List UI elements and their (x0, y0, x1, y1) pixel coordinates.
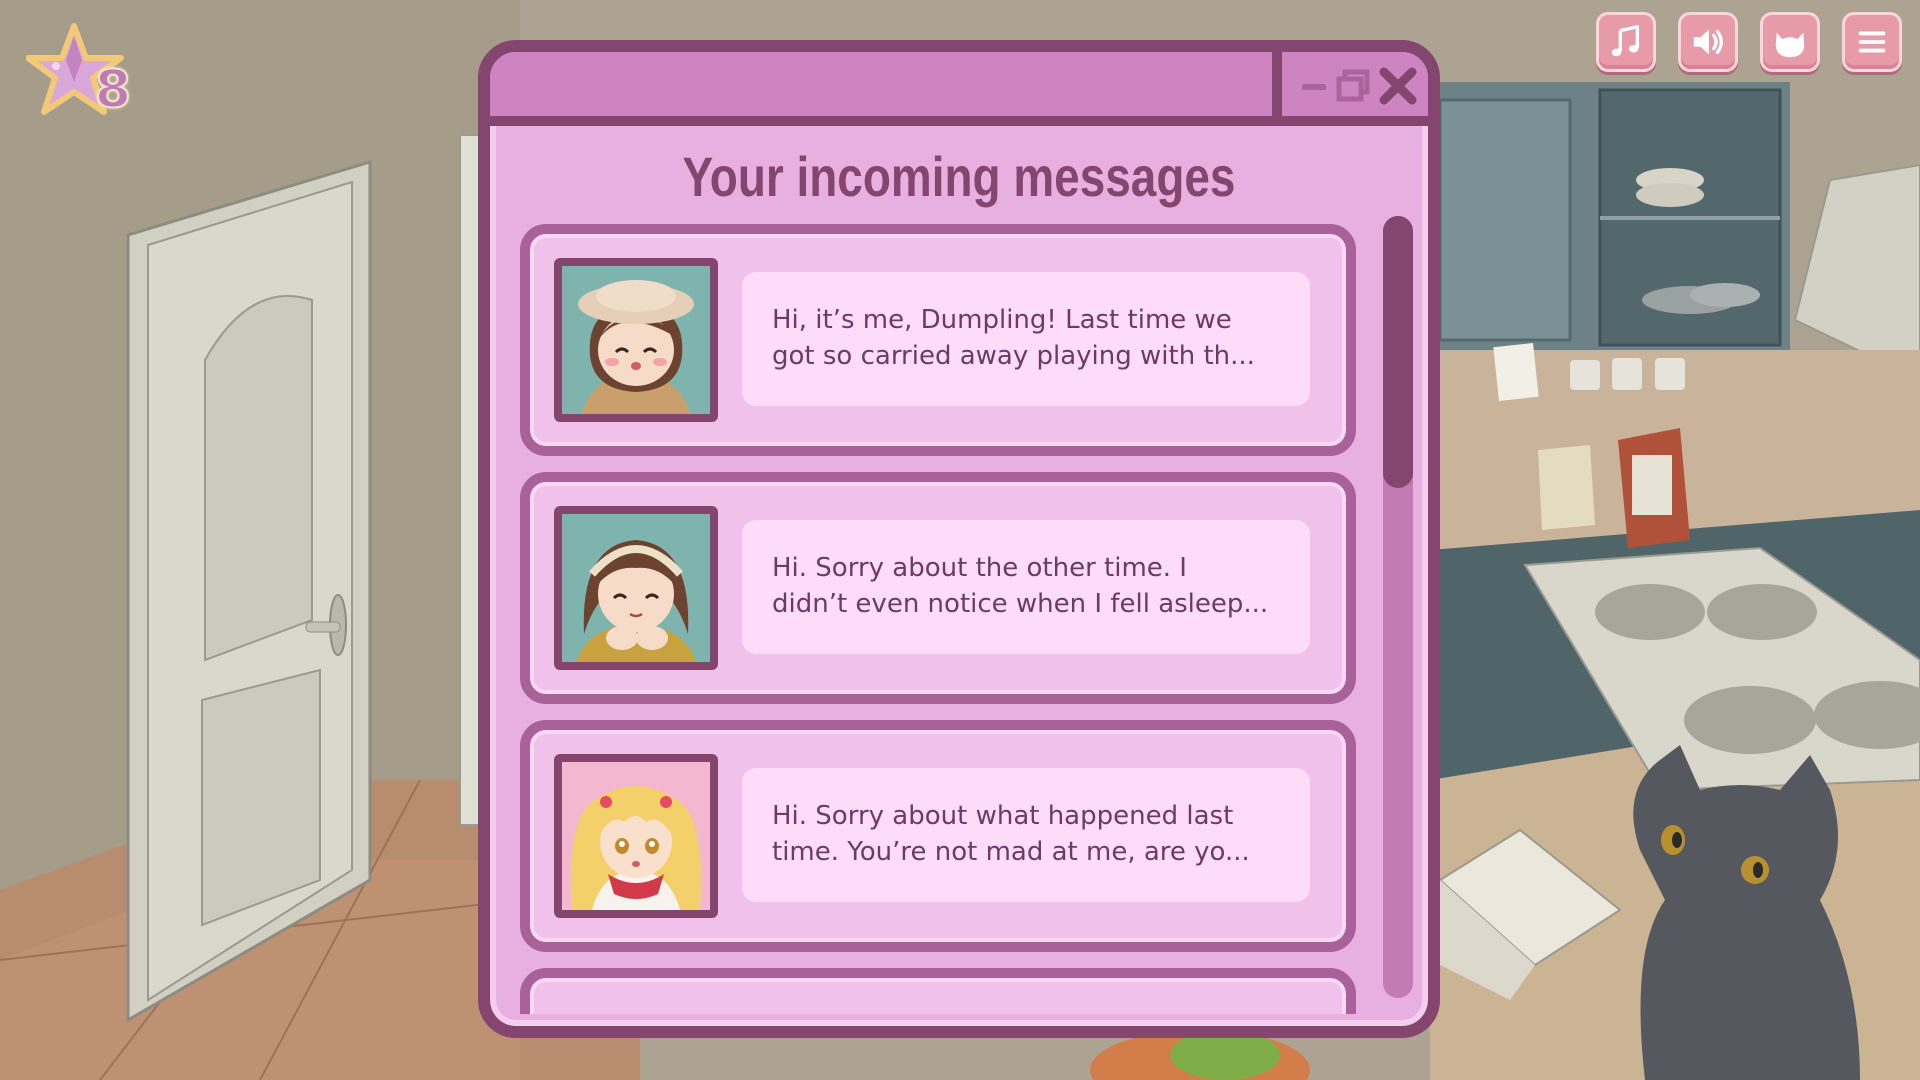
maximize-button[interactable] (1336, 66, 1372, 106)
message-preview-line: Hi. Sorry about the other time. I (772, 553, 1187, 583)
message-preview: Hi, it’s me, Dumpling! Last time we got … (742, 272, 1310, 406)
window-titlebar[interactable] (490, 52, 1428, 126)
message-card[interactable]: Hi. Sorry about the other time. I didn’t… (520, 472, 1356, 704)
message-card[interactable] (520, 968, 1356, 1014)
message-list-scrollbar[interactable] (1383, 216, 1413, 998)
girl-portrait-icon (562, 762, 710, 910)
message-preview-line: got so carried away playing with th... (772, 341, 1255, 371)
titlebar-divider (1272, 52, 1282, 126)
hamburger-menu-icon (1858, 31, 1886, 53)
music-note-icon (1611, 25, 1640, 57)
star-level-badge: 8 (25, 22, 136, 122)
sender-avatar-headband-girl (554, 506, 718, 670)
girl-portrait-icon (562, 266, 710, 414)
minimize-icon (1302, 84, 1326, 90)
message-card[interactable]: Hi. Sorry about what happened last time.… (520, 720, 1356, 952)
main-menu-button[interactable] (1842, 12, 1902, 72)
close-icon (1379, 67, 1417, 105)
message-card[interactable]: Hi, it’s me, Dumpling! Last time we got … (520, 224, 1356, 456)
sound-toggle-button[interactable] (1678, 12, 1738, 72)
girl-portrait-icon (562, 514, 710, 662)
minimize-button[interactable] (1300, 66, 1330, 106)
maximize-icon (1336, 69, 1370, 102)
hud-toolbar (1596, 12, 1902, 72)
message-list: Hi, it’s me, Dumpling! Last time we got … (520, 224, 1356, 1014)
message-preview-line: didn’t even notice when I fell asleep... (772, 589, 1269, 619)
window-title: Your incoming messages (682, 145, 1236, 208)
message-preview-line: time. You’re not mad at me, are yo... (772, 837, 1250, 867)
message-preview: Hi. Sorry about what happened last time.… (742, 768, 1310, 902)
music-toggle-button[interactable] (1596, 12, 1656, 72)
star-count: 8 (94, 59, 132, 121)
sender-avatar-blonde-girl (554, 754, 718, 918)
scrollbar-thumb[interactable] (1383, 216, 1413, 488)
message-preview-line: Hi, it’s me, Dumpling! Last time we (772, 305, 1232, 335)
incoming-messages-window: Your incoming messages Hi, it’s me, Dump… (478, 40, 1440, 1038)
sender-avatar-dumpling (554, 258, 718, 422)
pet-button[interactable] (1760, 12, 1820, 72)
message-preview: Hi. Sorry about the other time. I didn’t… (742, 520, 1310, 654)
message-preview-line: Hi. Sorry about what happened last (772, 801, 1234, 831)
speaker-icon (1693, 29, 1723, 55)
close-button[interactable] (1376, 66, 1420, 110)
cat-head-icon (1775, 32, 1805, 58)
